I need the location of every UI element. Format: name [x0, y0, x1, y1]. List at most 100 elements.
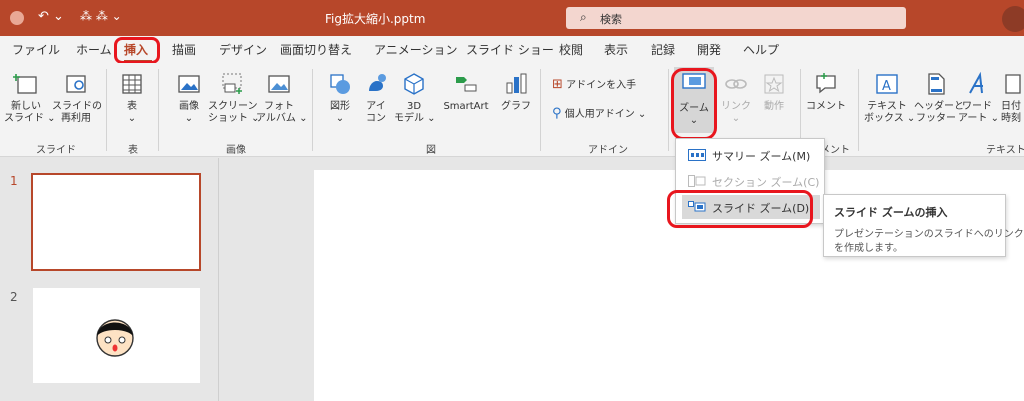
images-button[interactable]: 画像 ⌄: [168, 71, 210, 125]
slide-thumbnail-1[interactable]: [31, 173, 201, 271]
tab-animations[interactable]: アニメーション: [374, 41, 458, 58]
images-label: 画像: [179, 101, 199, 112]
new-slide-label-1: 新しい: [11, 101, 41, 112]
3d-models-button[interactable]: 3D モデル ⌄: [394, 71, 436, 125]
datetime-label-2: 時刻: [1001, 113, 1021, 124]
search-label: 検索: [600, 13, 622, 26]
group-label-illustrations: 図: [426, 145, 436, 156]
header-footer-button[interactable]: ヘッダーと フッター: [914, 71, 964, 125]
link-button[interactable]: リンク ⌄: [718, 71, 754, 125]
tab-design[interactable]: デザイン: [219, 41, 267, 58]
group-label-slides: スライド: [36, 145, 76, 156]
tab-slideshow[interactable]: スライド ショー: [466, 41, 554, 58]
tab-home[interactable]: ホーム: [76, 41, 112, 58]
datetime-icon: [1005, 74, 1021, 94]
icons-button[interactable]: アイ コン: [358, 71, 394, 125]
smartart-label: SmartArt: [443, 101, 489, 112]
smartart-icon: [456, 77, 477, 92]
tab-view[interactable]: 表示: [604, 41, 628, 58]
new-slide-icon: [13, 74, 37, 94]
tab-transitions[interactable]: 画面切り替え: [280, 41, 352, 58]
tooltip-body-line-1: プレゼンテーションのスライドへのリンク: [834, 229, 1024, 240]
photo-album-label-1: フォト: [264, 101, 294, 112]
reuse-slides-button[interactable]: スライドの 再利用: [52, 71, 102, 125]
slide-zoom-highlight: [667, 190, 813, 228]
action-label: 動作: [764, 101, 784, 112]
photo-album-button[interactable]: フォト アルバム ⌄: [256, 71, 308, 125]
section-zoom-icon: [688, 175, 706, 187]
insert-tab-highlight: [114, 37, 160, 64]
store-icon: ⊞: [552, 77, 563, 92]
chart-label: グラフ: [501, 101, 531, 112]
tooltip: スライド ズームの挿入 プレゼンテーションのスライドへのリンク を作成します。: [823, 194, 1024, 257]
file-title: Fig拡大縮小.pptm: [325, 12, 426, 26]
screenshot-button[interactable]: スクリーン ショット ⌄: [208, 71, 260, 125]
photo-album-icon: [268, 75, 290, 93]
slide-thumbnail-pane: 1 2: [0, 158, 219, 401]
title-bar: ↶ ⌄ ⁂ ⁂ ⌄ Fig拡大縮小.pptm ⌕ 検索: [0, 0, 1024, 36]
shapes-label: 図形: [330, 101, 350, 112]
summary-zoom-icon: [688, 149, 706, 161]
star-icon: [764, 74, 784, 94]
reuse-slides-icon: [66, 75, 86, 93]
screenshot-label-1: スクリーン: [208, 101, 258, 112]
ribbon: 新しい スライド ⌄ スライドの 再利用 スライド 表 ⌄ 表 画像 ⌄ スクリ…: [0, 63, 1024, 157]
tab-file[interactable]: ファイル: [12, 41, 60, 58]
undo-icon[interactable]: ↶ ⌄: [38, 9, 64, 24]
search-box[interactable]: ⌕ 検索: [566, 7, 906, 29]
datetime-button[interactable]: 日付 時刻: [998, 71, 1024, 125]
link-icon: [725, 79, 747, 89]
get-addins-label: アドインを入手: [566, 80, 637, 91]
chart-button[interactable]: グラフ: [498, 71, 534, 113]
quick-access-icon[interactable]: ⁂ ⁂ ⌄: [80, 9, 122, 23]
wordart-button[interactable]: ワード アート ⌄: [958, 71, 999, 125]
tab-record[interactable]: 記録: [651, 41, 675, 58]
tooltip-title: スライド ズームの挿入: [834, 206, 948, 219]
separator: [540, 69, 541, 151]
tab-help[interactable]: ヘルプ: [743, 41, 779, 58]
wordart-icon: [969, 71, 983, 94]
group-label-addins: アドイン: [588, 145, 628, 156]
slide-thumbnail-2[interactable]: [33, 288, 200, 383]
wordart-label-2: アート ⌄: [958, 113, 999, 124]
image-icon: [178, 75, 200, 93]
reuse-slides-label-1: スライドの: [52, 101, 102, 112]
separator: [312, 69, 313, 151]
new-slide-button[interactable]: 新しい スライド ⌄: [4, 71, 56, 125]
link-label: リンク: [721, 101, 751, 112]
summary-zoom-label: サマリー ズーム(M): [712, 150, 811, 163]
icons-label-1: アイ: [366, 101, 386, 112]
separator: [106, 69, 107, 151]
face-icon: [96, 319, 134, 357]
photo-album-label-2: アルバム ⌄: [256, 113, 308, 124]
separator: [158, 69, 159, 151]
comment-button[interactable]: コメント: [806, 71, 846, 113]
tab-review[interactable]: 校閲: [559, 41, 583, 58]
images-dropdown-arrow: ⌄: [184, 113, 194, 124]
shapes-dropdown-arrow: ⌄: [335, 113, 345, 124]
smartart-button[interactable]: SmartArt: [438, 71, 494, 113]
header-footer-icon: [928, 73, 945, 95]
shapes-button[interactable]: 図形 ⌄: [320, 71, 360, 125]
group-label-text: テキスト: [986, 145, 1024, 156]
screenshot-label-2: ショット ⌄: [208, 113, 260, 124]
addins-icon: ⚲: [552, 106, 562, 121]
tab-developer[interactable]: 開発: [697, 41, 721, 58]
get-addins-button[interactable]: ⊞ アドインを入手: [552, 77, 637, 92]
table-icon: [122, 74, 142, 94]
shapes-icon: [330, 74, 350, 94]
table-button[interactable]: 表 ⌄: [112, 71, 152, 125]
autosave-icon[interactable]: [10, 11, 24, 25]
datetime-label-1: 日付: [1001, 101, 1021, 112]
menu-item-summary-zoom[interactable]: サマリー ズーム(M): [682, 143, 820, 167]
action-button[interactable]: 動作: [756, 71, 792, 113]
3d-models-label-1: 3D: [406, 101, 422, 112]
new-slide-label-2: スライド ⌄: [4, 113, 56, 124]
my-addins-button[interactable]: ⚲ 個人用アドイン ⌄: [552, 106, 646, 121]
chart-icon: [506, 73, 527, 94]
tab-draw[interactable]: 描画: [172, 41, 196, 58]
textbox-button[interactable]: A テキスト ボックス ⌄: [864, 71, 915, 125]
tooltip-body-line-2: を作成します。: [834, 243, 903, 254]
screenshot-icon: [222, 73, 242, 94]
profile-avatar[interactable]: [1002, 6, 1024, 32]
